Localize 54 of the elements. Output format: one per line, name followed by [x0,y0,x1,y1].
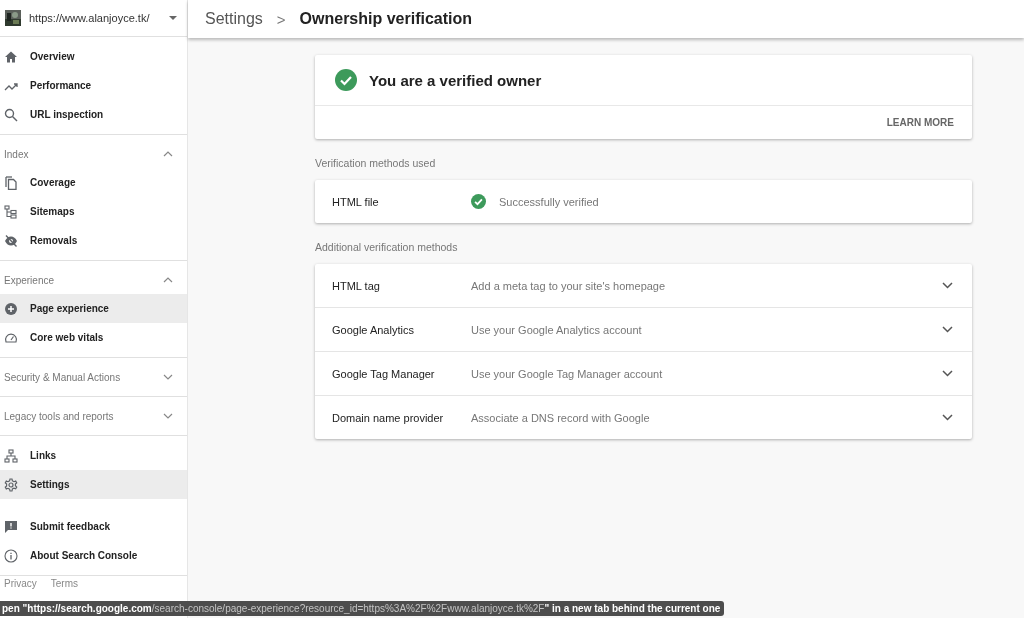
chevron-icon [942,370,953,377]
verified-title: You are a verified owner [369,71,542,89]
plus-circle-icon [4,301,18,316]
learn-more-button[interactable]: LEARN MORE [880,113,960,132]
section-header[interactable]: Experience [0,266,187,294]
property-selector[interactable]: https://www.alanjoyce.tk/ [0,0,187,37]
chevron-icon [942,326,953,333]
section-header[interactable]: Legacy tools and reports [0,402,187,430]
nav-item[interactable]: Settings [0,470,187,499]
sitemap-icon [4,204,18,219]
home-icon [4,49,18,64]
method-row[interactable]: HTML tag Add a meta tag to your site's homepage [315,264,972,308]
nav-item[interactable]: URL inspection [0,100,187,129]
settings-icon [4,477,18,492]
nav-item[interactable]: Page experience [0,294,187,323]
nav-item[interactable]: Submit feedback [0,512,187,541]
nav-item[interactable]: Sitemaps [0,197,187,226]
method-name: HTML file [332,195,380,208]
section-header[interactable]: Index [0,140,187,168]
method-row[interactable]: Google Tag Manager Use your Google Tag Manager account [315,352,972,396]
chevron-icon [163,151,173,157]
chevron-icon [942,414,953,421]
network-icon [4,448,18,463]
page-title: Ownership verification [299,10,473,28]
check-circle-icon [335,69,357,91]
chevron-icon [163,277,173,283]
method-row[interactable]: Google Analytics Use your Google Analytics account [315,308,972,352]
section-header[interactable]: Security & Manual Actions [0,363,187,391]
link-status-tooltip: pen "https://search.google.com/search-console/page-experience?resource_id=https%3A%2F%2Fwww.alanjoyce.tk%2F" in a new tab behind the current one [0,601,725,616]
footer-link[interactable]: Privacy [4,578,37,590]
chevron-icon [163,374,173,380]
nav-item[interactable]: About Search Console [0,541,187,570]
chevron-icon [163,413,173,419]
info-icon [4,548,18,563]
nav-item[interactable]: Removals [0,226,187,255]
feedback-icon [4,519,18,534]
nav-item[interactable]: Coverage [0,168,187,197]
breadcrumb-separator: > [276,10,286,28]
nav-item[interactable]: Links [0,441,187,470]
method-status: Successfully verified [499,195,600,208]
method-row[interactable]: Domain name provider Associate a DNS record with Google [315,396,972,439]
check-circle-icon [471,194,486,209]
nav-item[interactable]: Performance [0,71,187,100]
section-label: Verification methods used [315,156,437,171]
breadcrumb-link[interactable]: Settings [205,10,263,28]
chevron-icon [942,282,953,289]
nav-item[interactable]: Core web vitals [0,323,187,352]
pages-icon [4,175,18,190]
search-icon [4,107,18,122]
section-label: Additional verification methods [315,240,459,255]
nav-item[interactable]: Overview [0,42,187,71]
eye-slash-icon [4,233,18,248]
dropdown-icon [169,16,177,20]
footer-link[interactable]: Terms [50,578,79,590]
